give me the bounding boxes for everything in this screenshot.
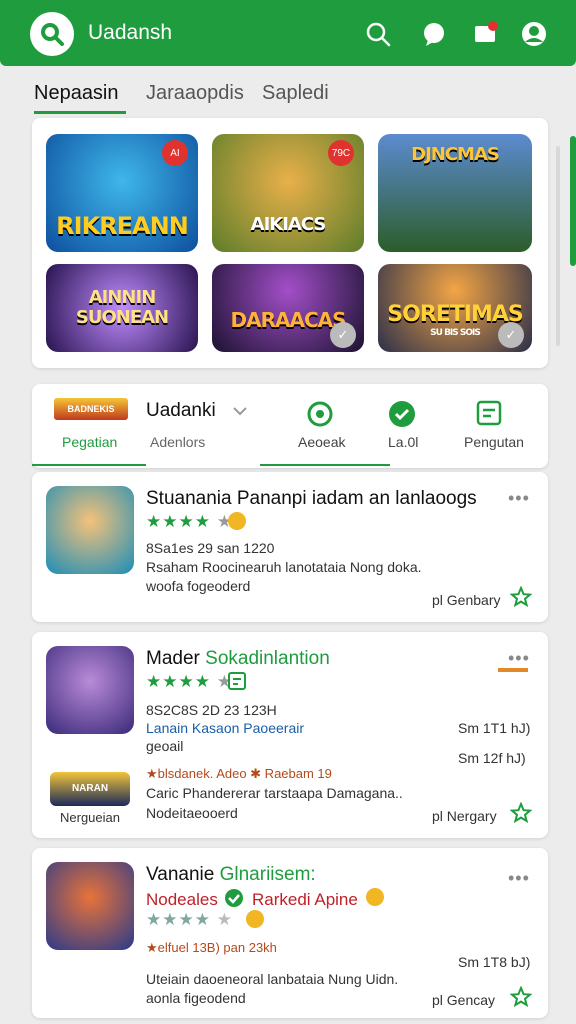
item-title-b: Sokadinlantion bbox=[205, 648, 330, 669]
item-action-link[interactable]: pl Nergary bbox=[432, 808, 497, 824]
item-title: Mader Sokadinlantion bbox=[146, 648, 330, 670]
featured-tile[interactable]: RIKREANN AI bbox=[46, 134, 198, 252]
app-logo[interactable] bbox=[30, 12, 74, 56]
featured-tile[interactable]: AINNIN SUONEAN bbox=[46, 264, 198, 352]
tab-nepaasin[interactable]: Nepaasin bbox=[34, 82, 119, 105]
item-size: Sm 1T1 hJ) bbox=[458, 720, 531, 736]
item-meta: ★blsdanek. Adeo ✱ Raebam 19 bbox=[146, 766, 332, 781]
item-size: Sm 12f hJ) bbox=[458, 750, 526, 766]
check-icon[interactable] bbox=[388, 400, 416, 428]
rating-stars: ★★★★ ★ bbox=[146, 512, 233, 531]
filter-item-label[interactable]: La.0l bbox=[388, 434, 418, 450]
item-meta: 8Sa1es 29 san 1220 bbox=[146, 540, 275, 556]
search-logo-icon bbox=[41, 23, 64, 46]
featured-tile[interactable]: DARAACAS ✓ bbox=[212, 264, 364, 352]
item-title-b: Glnariisem: bbox=[219, 864, 316, 885]
item-sub-line: Lanain Kasaon Paoeerair bbox=[146, 720, 305, 736]
list-item[interactable]: Mader Sokadinlantion ••• ★★★★ ★ 8S2C8S 2… bbox=[32, 632, 548, 838]
filter-sub-label[interactable]: Adenlors bbox=[150, 434, 205, 450]
download-icon[interactable]: ✓ bbox=[498, 322, 524, 348]
featured-tile[interactable]: SORETIMAS SU BIS SOIS ✓ bbox=[378, 264, 532, 352]
more-options-icon[interactable]: ••• bbox=[508, 648, 530, 669]
coin-icon bbox=[246, 910, 264, 928]
list-item[interactable]: Vananie Glnariisem: ••• Nodeales Rarkedi… bbox=[32, 848, 548, 1018]
tab-jaraaopdis[interactable]: Jaraaopdis bbox=[146, 82, 244, 105]
secondary-logo: NARAN DIKAUSE bbox=[50, 772, 130, 828]
check-icon bbox=[225, 889, 243, 907]
coin-icon bbox=[366, 888, 384, 906]
filter-item-label[interactable]: Pengutan bbox=[464, 434, 524, 450]
featured-tile[interactable]: AIKIACS 79C bbox=[212, 134, 364, 252]
brand-logo: BADNEKIS bbox=[54, 398, 128, 420]
featured-tile[interactable]: DJNCMAS bbox=[378, 134, 532, 252]
list-icon bbox=[228, 672, 246, 690]
item-action-link[interactable]: pl Genbary bbox=[432, 592, 500, 608]
item-title-a: Vananie bbox=[146, 864, 215, 885]
tile-badge: AI bbox=[162, 140, 188, 166]
favorite-star-icon[interactable] bbox=[510, 986, 532, 1008]
chevron-down-icon[interactable] bbox=[232, 404, 248, 418]
logo-caption: Nergueian bbox=[60, 810, 120, 825]
coin-icon bbox=[228, 512, 246, 530]
item-title: Stuanania Pananpi iadam an lanlaoogs bbox=[146, 488, 477, 509]
filter-sub-label[interactable]: Pegatian bbox=[62, 434, 117, 450]
profile-icon[interactable] bbox=[520, 20, 548, 48]
active-tab-indicator bbox=[34, 111, 126, 114]
item-desc-line: Nodeitaeooerd bbox=[146, 805, 238, 821]
item-meta: 8S2C8S 2D 23 123H bbox=[146, 702, 277, 718]
app-thumbnail bbox=[46, 646, 134, 734]
item-desc-line: Rsaham Roocinearuh lanotataia Nong doka. bbox=[146, 559, 422, 575]
tile-badge: 79C bbox=[328, 140, 354, 166]
item-tag-a: Nodeales bbox=[146, 890, 218, 909]
app-bar: Uadansh bbox=[0, 0, 576, 66]
tile-title: RIKREANN bbox=[56, 212, 189, 240]
item-tag-b: Rarkedi Apine bbox=[252, 890, 358, 909]
download-icon[interactable]: ✓ bbox=[330, 322, 356, 348]
tile-title: DJNCMAS bbox=[411, 144, 500, 165]
filter-item-label[interactable]: Aeoeak bbox=[298, 434, 345, 450]
notification-icon[interactable] bbox=[472, 20, 500, 48]
app-title: Uadansh bbox=[88, 21, 173, 44]
app-thumbnail bbox=[46, 486, 134, 574]
item-title-a: Mader bbox=[146, 648, 200, 669]
item-meta: ★elfuel 13B) pan 23kh bbox=[146, 940, 277, 955]
app-thumbnail bbox=[46, 862, 134, 950]
tile-title: AINNIN SUONEAN bbox=[75, 287, 169, 328]
rating-stars: ★★★★ ★ bbox=[146, 672, 233, 691]
item-size: Sm 1T8 bJ) bbox=[458, 954, 531, 970]
favorite-star-icon[interactable] bbox=[510, 802, 532, 824]
location-icon[interactable] bbox=[306, 400, 334, 428]
favorite-star-icon[interactable] bbox=[510, 586, 532, 608]
filter-indicator bbox=[260, 464, 390, 466]
item-desc-line: Caric Phandererar tarstaapa Damagana.. bbox=[146, 785, 403, 801]
tile-title: AIKIACS bbox=[250, 214, 327, 235]
search-icon[interactable] bbox=[364, 20, 392, 48]
item-desc-line: Uteiain daoeneoral lanbataia Nung Uidn. bbox=[146, 971, 399, 987]
filter-indicator bbox=[32, 464, 146, 466]
more-options-icon[interactable]: ••• bbox=[508, 488, 530, 509]
more-options-icon[interactable]: ••• bbox=[508, 868, 530, 889]
category-dropdown-label[interactable]: Uadanki bbox=[146, 400, 216, 422]
item-desc-line: aonla figeodend bbox=[146, 990, 246, 1006]
item-action-link[interactable]: pl Gencay bbox=[432, 992, 495, 1008]
chat-icon[interactable] bbox=[420, 20, 448, 48]
featured-grid: RIKREANN AI AIKIACS 79C DJNCMAS AINNIN S… bbox=[32, 118, 548, 368]
item-sub-line: geoail bbox=[146, 738, 184, 754]
scrollbar-thumb[interactable] bbox=[570, 136, 576, 266]
filter-bar: BADNEKIS Uadanki Pegatian Adenlors Aeoea… bbox=[32, 384, 548, 468]
tab-sapledi[interactable]: Sapledi bbox=[262, 82, 329, 105]
item-title: Vananie Glnariisem: bbox=[146, 864, 316, 886]
rating-stars: ★★★★ ★ bbox=[146, 910, 233, 929]
tag-icon bbox=[498, 668, 528, 672]
item-desc-line: woofa fogeoderd bbox=[146, 578, 251, 594]
list-icon[interactable] bbox=[476, 400, 502, 426]
tab-bar: Nepaasin Jaraaopdis Sapledi bbox=[0, 70, 576, 116]
list-item[interactable]: Stuanania Pananpi iadam an lanlaoogs •••… bbox=[32, 472, 548, 622]
scroll-track bbox=[556, 146, 560, 346]
item-tag: Nodeales bbox=[146, 890, 218, 910]
